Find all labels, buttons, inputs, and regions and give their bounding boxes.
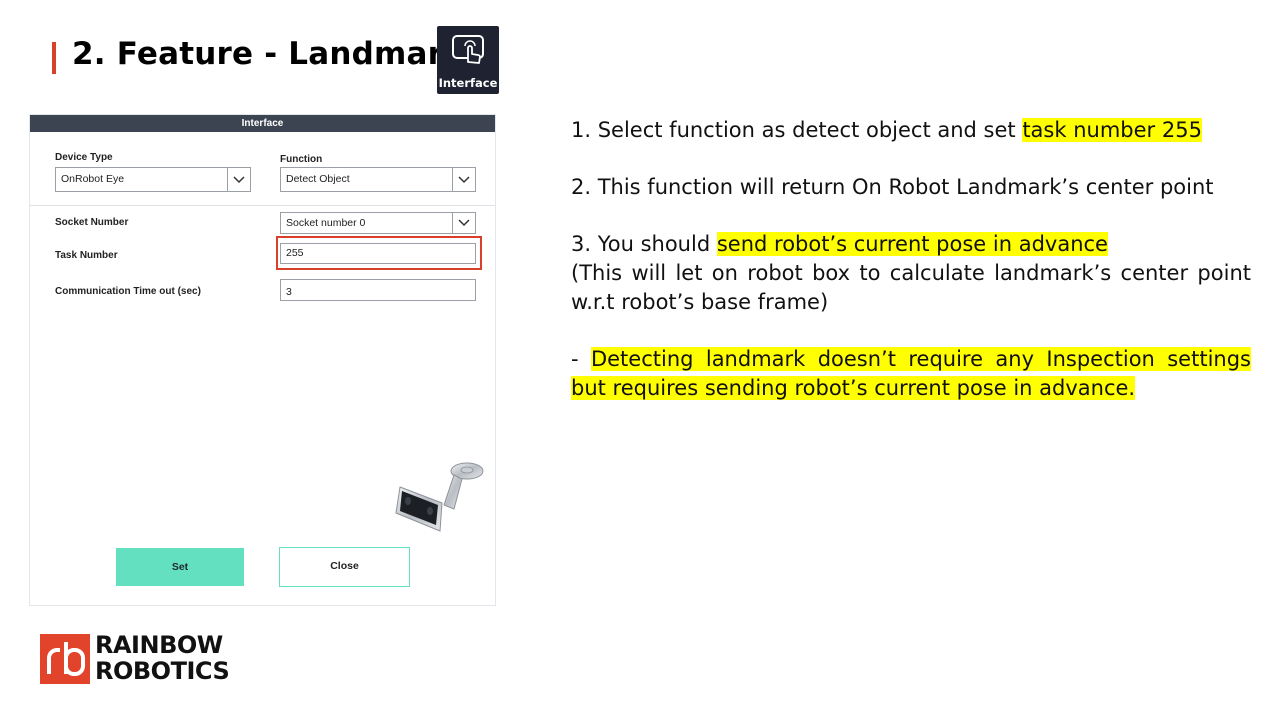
task-number-label: Task Number [55,250,118,261]
note-step-3-text: 3. You should [571,232,717,256]
note-step-3-highlight: send robot’s current pose in advance [716,232,1108,256]
interface-badge-label: Interface [438,76,498,90]
note-step-1: 1. Select function as detect object and … [571,116,1251,145]
socket-number-select[interactable]: Socket number 0 [280,212,476,234]
device-type-value: OnRobot Eye [61,173,125,185]
note-step-1-highlight: task number 255 [1022,118,1202,142]
interface-dialog: Interface Device Type OnRobot Eye Functi… [29,114,496,606]
title-accent-bar [52,42,56,74]
socket-number-value: Socket number 0 [286,217,366,229]
section-divider [30,205,495,206]
dialog-header: Interface [30,115,495,132]
close-button[interactable]: Close [279,547,410,587]
chevron-down-icon[interactable] [227,168,250,191]
interface-badge: Interface [437,26,499,94]
logo-line-1: RAINBOW [95,631,223,659]
note-landmark-dash: - [571,347,591,371]
note-step-3: 3. You should send robot’s current pose … [571,230,1251,259]
note-step-3-detail: (This will let on robot box to calculate… [571,261,1251,314]
note-landmark: - Detecting landmark doesn’t require any… [571,345,1251,403]
note-step-1-text: 1. Select function as detect object and … [571,118,1023,142]
chevron-down-icon[interactable] [452,213,475,233]
device-type-select[interactable]: OnRobot Eye [55,167,251,192]
instruction-notes: 1. Select function as detect object and … [571,116,1251,403]
socket-number-label: Socket Number [55,217,129,228]
function-label: Function [280,154,323,165]
timeout-input[interactable]: 3 [280,279,476,301]
function-select[interactable]: Detect Object [280,167,476,192]
logo-line-2: ROBOTICS [95,657,230,685]
logo-wordmark: RAINBOW ROBOTICS [95,631,230,685]
note-step-2: 2. This function will return On Robot La… [571,175,1214,199]
device-type-label: Device Type [55,152,113,163]
chevron-down-icon[interactable] [452,168,475,191]
set-button[interactable]: Set [116,548,244,586]
note-landmark-highlight: Detecting landmark doesn’t require any I… [571,347,1251,400]
function-value: Detect Object [286,173,350,185]
task-number-input[interactable]: 255 [280,243,476,264]
onrobot-eye-camera-image [395,462,484,532]
slide-title: 2. Feature - Landmark [72,36,464,72]
timeout-label: Communication Time out (sec) [55,286,201,297]
rb-logo-icon [40,634,90,684]
touch-screen-icon [452,35,484,64]
